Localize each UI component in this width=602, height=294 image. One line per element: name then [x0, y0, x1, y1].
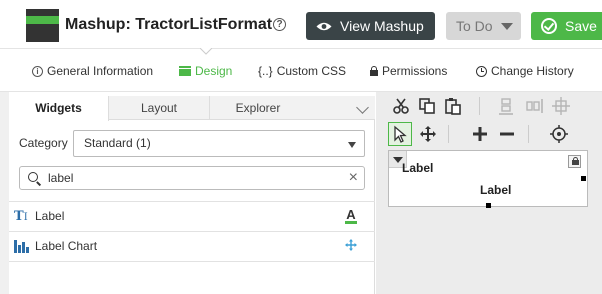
widget-list-item-label[interactable]: TI Label A: [9, 201, 375, 231]
tab-layout[interactable]: Layout: [109, 96, 209, 120]
todo-label: To Do: [456, 18, 493, 34]
tab-general-information[interactable]: i General Information: [32, 64, 153, 78]
clear-search-icon[interactable]: ×: [349, 170, 358, 186]
view-mashup-button[interactable]: View Mashup: [306, 12, 435, 40]
category-value: Standard (1): [84, 136, 151, 150]
widget-label: Label Chart: [35, 239, 98, 253]
save-label: Save: [565, 18, 597, 34]
design-icon: [179, 66, 191, 76]
tab-label: Permissions: [382, 64, 448, 78]
remove-icon[interactable]: [497, 124, 517, 144]
align-center-icon[interactable]: [551, 96, 571, 116]
eye-icon: [316, 22, 332, 30]
tab-custom-css[interactable]: {..} Custom CSS: [258, 64, 346, 78]
widget-search-input[interactable]: label ×: [19, 166, 365, 190]
align-bottom-icon[interactable]: [496, 96, 516, 116]
paste-icon[interactable]: [443, 96, 463, 116]
search-value: label: [48, 171, 74, 185]
view-mashup-label: View Mashup: [340, 18, 424, 34]
target-icon[interactable]: [549, 124, 569, 144]
label-widget-text[interactable]: Label: [480, 183, 511, 197]
tab-change-history[interactable]: Change History: [476, 64, 574, 78]
active-tab-notch: [200, 48, 212, 55]
tab-label: Change History: [491, 64, 574, 78]
dropdown-arrow-icon: [348, 142, 356, 148]
lock-icon: [370, 66, 378, 76]
panel-gutter: [0, 92, 9, 294]
page-title: Mashup: TractorListFormat: [65, 16, 273, 33]
todo-dropdown-button[interactable]: To Do: [446, 12, 521, 40]
widget-label: Label: [35, 209, 65, 223]
mashup-nav-tabs: i General Information Design {..} Custom…: [0, 48, 602, 92]
resize-handle-bottom[interactable]: [486, 203, 491, 208]
tab-design[interactable]: Design: [179, 64, 232, 78]
lock-icon[interactable]: [568, 155, 581, 168]
category-label: Category: [19, 136, 68, 150]
align-right-icon[interactable]: [524, 96, 544, 116]
info-circle-icon: i: [32, 65, 43, 77]
app-logo-icon: [26, 9, 59, 42]
widget-list-item-label-chart[interactable]: Label Chart: [9, 231, 375, 261]
pointer-icon: [394, 125, 407, 143]
search-icon: [28, 172, 38, 182]
tab-label: General Information: [47, 64, 154, 78]
chevron-down-icon: [500, 22, 513, 30]
widgets-panel: Widgets Layout Explorer Category Standar…: [9, 96, 375, 294]
chevron-down-icon[interactable]: [356, 101, 369, 114]
tab-explorer[interactable]: Explorer: [209, 96, 307, 120]
clock-icon: [476, 65, 487, 77]
css-braces-icon: {..}: [258, 64, 273, 78]
move-icon[interactable]: [345, 239, 357, 251]
add-icon[interactable]: [470, 124, 490, 144]
check-circle-icon: [541, 18, 557, 34]
tab-label: Custom CSS: [276, 64, 347, 78]
bar-chart-icon: [14, 239, 29, 253]
panel-tabs: Widgets Layout Explorer: [9, 96, 375, 121]
label-widget-container[interactable]: Label Label: [388, 150, 588, 207]
category-select[interactable]: Standard (1): [73, 130, 365, 157]
tab-widgets[interactable]: Widgets: [9, 96, 109, 121]
widget-title: Label: [402, 161, 434, 175]
save-button[interactable]: Save: [531, 12, 602, 40]
text-label-icon: TI: [14, 208, 28, 224]
tab-permissions[interactable]: Permissions: [370, 64, 447, 78]
help-icon[interactable]: ?: [273, 18, 286, 31]
resize-handle-right[interactable]: [581, 176, 586, 181]
font-style-icon[interactable]: A: [345, 207, 357, 224]
copy-icon[interactable]: [417, 96, 437, 116]
tab-label: Design: [195, 64, 233, 78]
header: Mashup: TractorListFormat ? View Mashup …: [0, 0, 602, 48]
scissors-icon[interactable]: [391, 96, 411, 116]
move-icon[interactable]: [418, 124, 438, 144]
